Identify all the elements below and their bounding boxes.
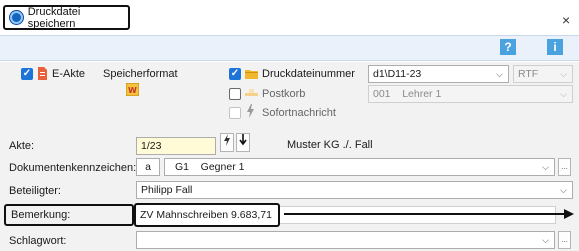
postkorb-label: Postkorb — [262, 88, 306, 100]
help-button[interactable]: ? — [500, 39, 516, 55]
chevron-down-icon: ⌵ — [560, 89, 567, 99]
close-icon[interactable]: × — [562, 12, 570, 28]
format-select[interactable]: RTF ⌵ — [513, 65, 573, 83]
schlagwort-select[interactable]: ⌵ — [136, 231, 555, 249]
schlagwort-more-button[interactable]: ... — [558, 231, 571, 249]
druckdateinummer-value: d1\D11-23 — [373, 68, 422, 80]
chevron-down-icon: ⌵ — [560, 69, 567, 79]
lightning-icon — [224, 134, 230, 146]
dokumentenkennzeichen-value: G1 Gegner 1 — [175, 161, 245, 173]
beteiligter-select[interactable]: Philipp Fall ⌵ — [136, 181, 573, 199]
chevron-down-icon: ⌵ — [542, 235, 549, 245]
chevron-down-icon: ⌵ — [542, 162, 549, 172]
druckdateinummer-select[interactable]: d1\D11-23 ⌵ — [368, 65, 509, 83]
postkorb-value: 001 Lehrer 1 — [373, 88, 442, 100]
bemerkung-label: Bemerkung: — [11, 209, 71, 221]
schlagwort-label: Schlagwort: — [9, 235, 67, 247]
akte-down-button[interactable] — [236, 133, 250, 152]
akte-lightning-button[interactable] — [220, 133, 234, 152]
dokumentenkennzeichen-code[interactable]: a — [136, 158, 160, 176]
postkorb-select[interactable]: 001 Lehrer 1 ⌵ — [368, 85, 573, 103]
dokumentenkennzeichen-label: Dokumentenkennzeichen: — [9, 162, 137, 174]
beteiligter-label: Beteiligter: — [9, 185, 61, 197]
sofortnachricht-label: Sofortnachricht — [262, 107, 336, 119]
chevron-down-icon: ⌵ — [496, 69, 503, 79]
toolbar — [0, 35, 579, 61]
document-icon — [38, 67, 47, 80]
eakte-label: E-Akte — [52, 68, 86, 80]
svg-text:W: W — [128, 86, 137, 95]
lightning-icon — [247, 104, 254, 118]
window-title-box: Druckdatei speichern — [3, 5, 130, 30]
beteiligter-value: Philipp Fall — [141, 184, 193, 196]
dokumentenkennzeichen-more-button[interactable]: ... — [558, 158, 571, 176]
druckdateinummer-label: Druckdateinummer — [262, 68, 355, 80]
window-title: Druckdatei speichern — [27, 5, 81, 30]
bemerkung-value: ZV Mahnschreiben 9.683,71 € — [134, 203, 280, 241]
info-button[interactable]: i — [547, 39, 563, 55]
annotation-arrow — [284, 209, 574, 219]
akte-name: Muster KG ./. Fall — [287, 139, 373, 151]
arrow-down-icon — [239, 134, 247, 146]
sofortnachricht-checkbox[interactable] — [229, 107, 241, 119]
folder-icon — [245, 70, 258, 79]
format-value: RTF — [518, 68, 539, 80]
speicherformat-label: Speicherformat — [103, 68, 178, 80]
dokumentenkennzeichen-select[interactable]: G1 Gegner 1 ⌵ — [164, 158, 555, 176]
postkorb-checkbox[interactable] — [229, 88, 241, 100]
akte-label: Akte: — [9, 140, 35, 152]
inbox-icon — [245, 89, 258, 96]
file-format-icon: W — [126, 83, 139, 96]
app-icon — [10, 11, 23, 24]
eakte-checkbox[interactable] — [21, 68, 33, 80]
chevron-down-icon: ⌵ — [560, 185, 567, 195]
akte-input[interactable]: 1/23 — [136, 137, 216, 155]
druckdateinummer-checkbox[interactable] — [229, 68, 241, 80]
